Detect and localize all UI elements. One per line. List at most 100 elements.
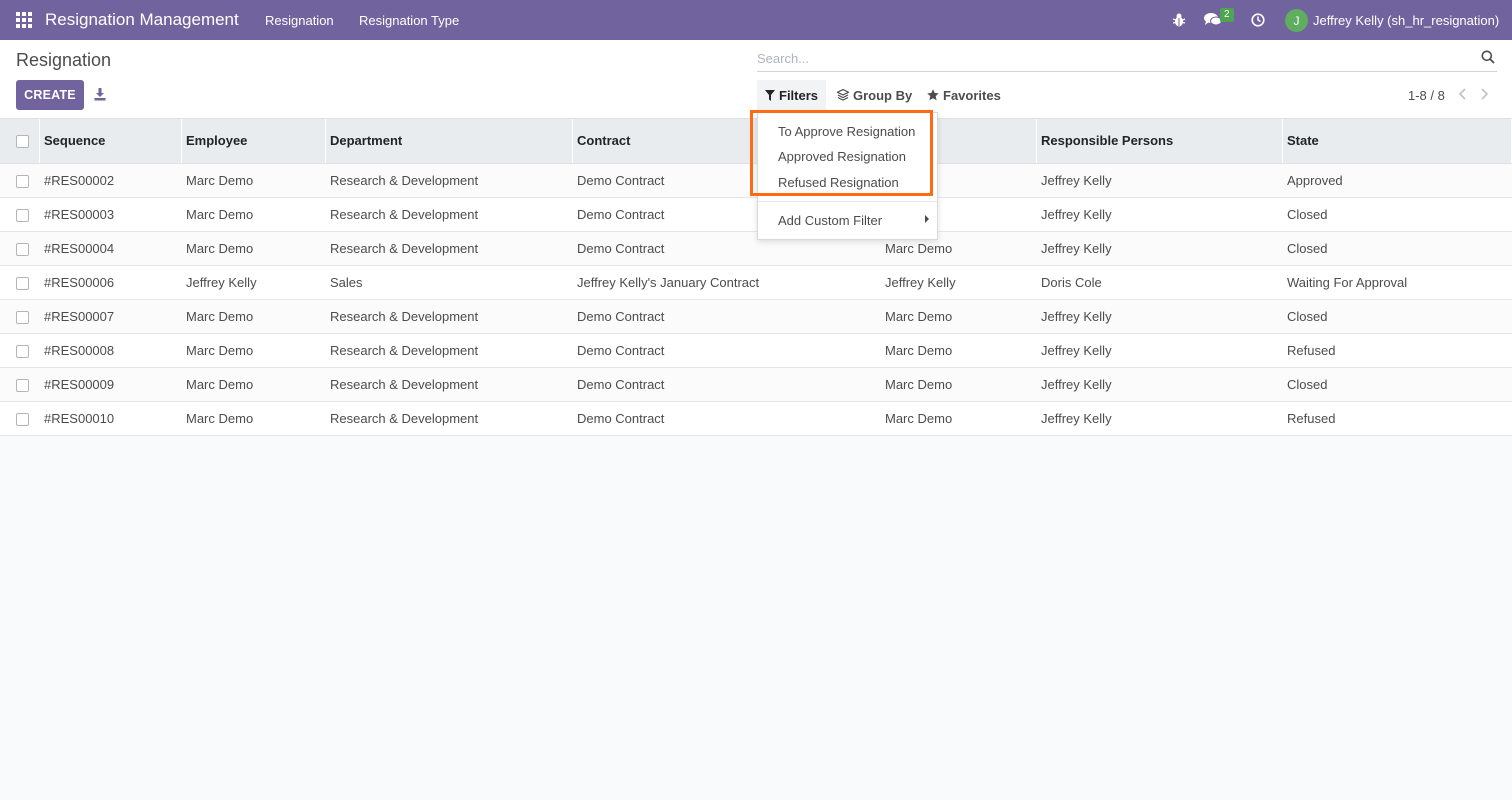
row-checkbox[interactable]: [16, 243, 29, 256]
select-all-cell: [0, 119, 40, 163]
cell-responsible: Jeffrey Kelly: [1041, 309, 1112, 324]
apps-grid-icon[interactable]: [16, 12, 32, 28]
top-navbar: Resignation Management Resignation Resig…: [0, 0, 1512, 40]
cell-by: Jeffrey Kelly: [885, 275, 956, 290]
cell-sequence: #RES00006: [44, 275, 115, 290]
cell-state: Closed: [1287, 241, 1328, 256]
row-select-cell: [0, 266, 40, 299]
cell-sequence: #RES00004: [44, 241, 115, 256]
cell-state: Approved: [1287, 173, 1343, 188]
cell-contract: Demo Contract: [577, 343, 665, 358]
row-checkbox[interactable]: [16, 345, 29, 358]
cell-by: Marc Demo: [885, 411, 953, 426]
row-checkbox[interactable]: [16, 413, 29, 426]
row-checkbox[interactable]: [16, 277, 29, 290]
select-all-checkbox[interactable]: [16, 135, 29, 148]
cell-state: Refused: [1287, 411, 1336, 426]
cell-employee: Marc Demo: [186, 377, 254, 392]
column-header-state[interactable]: State: [1283, 119, 1512, 163]
app-title[interactable]: Resignation Management: [45, 10, 239, 30]
star-icon: [927, 89, 939, 101]
pager-value[interactable]: 1-8 / 8: [1408, 88, 1445, 103]
cell-sequence: #RES00007: [44, 309, 115, 324]
table-row[interactable]: #RES00007 Marc Demo Research & Developme…: [0, 300, 1512, 334]
group-by-button[interactable]: Group By: [829, 80, 920, 110]
cell-employee: Marc Demo: [186, 411, 254, 426]
cell-department: Research & Development: [330, 241, 479, 256]
cell-by: Marc Demo: [885, 309, 953, 324]
cell-responsible: Jeffrey Kelly: [1041, 343, 1112, 358]
page-title: Resignation: [16, 50, 112, 70]
cell-contract: Demo Contract: [577, 411, 665, 426]
cell-state: Closed: [1287, 309, 1328, 324]
table-row[interactable]: #RES00003 Marc Demo Research & Developme…: [0, 198, 1512, 232]
cell-by: Marc Demo: [885, 377, 953, 392]
cell-employee: Marc Demo: [186, 173, 254, 188]
table-row[interactable]: #RES00010 Marc Demo Research & Developme…: [0, 402, 1512, 436]
cell-sequence: #RES00003: [44, 207, 115, 222]
column-header-responsible-persons[interactable]: Responsible Persons: [1037, 119, 1283, 163]
cell-responsible: Jeffrey Kelly: [1041, 377, 1112, 392]
cell-responsible: Doris Cole: [1041, 275, 1102, 290]
row-select-cell: [0, 402, 40, 435]
row-checkbox[interactable]: [16, 379, 29, 392]
download-icon[interactable]: [94, 88, 106, 101]
row-select-cell: [0, 300, 40, 333]
cell-state: Closed: [1287, 207, 1328, 222]
table-row[interactable]: #RES00006 Jeffrey Kelly Sales Jeffrey Ke…: [0, 266, 1512, 300]
table-row[interactable]: #RES00004 Marc Demo Research & Developme…: [0, 232, 1512, 266]
caret-right-icon: [925, 215, 929, 223]
column-header-sequence[interactable]: Sequence: [40, 119, 182, 163]
cell-state: Refused: [1287, 343, 1336, 358]
row-checkbox[interactable]: [16, 209, 29, 222]
table-row[interactable]: #RES00009 Marc Demo Research & Developme…: [0, 368, 1512, 402]
cell-employee: Marc Demo: [186, 241, 254, 256]
row-select-cell: [0, 334, 40, 367]
cell-state: Waiting For Approval: [1287, 275, 1408, 290]
clock-icon[interactable]: [1251, 13, 1265, 27]
chevron-left-icon[interactable]: [1457, 87, 1469, 101]
column-header-employee[interactable]: Employee: [182, 119, 326, 163]
layers-icon: [837, 89, 849, 101]
search-input[interactable]: [757, 48, 1457, 68]
avatar[interactable]: J: [1285, 9, 1308, 32]
bug-icon[interactable]: [1172, 12, 1186, 28]
search-icon[interactable]: [1481, 50, 1495, 64]
table-body: #RES00002 Marc Demo Research & Developme…: [0, 164, 1512, 436]
chevron-right-icon[interactable]: [1478, 87, 1490, 101]
highlight-box: [750, 110, 933, 196]
search-bar: [757, 48, 1497, 72]
favorites-label: Favorites: [943, 87, 1001, 103]
row-checkbox[interactable]: [16, 175, 29, 188]
cell-contract: Jeffrey Kelly's January Contract: [577, 275, 760, 290]
cell-contract: Demo Contract: [577, 377, 665, 392]
cell-contract: Demo Contract: [577, 309, 665, 324]
cell-sequence: #RES00002: [44, 173, 115, 188]
control-panel: Resignation CREATE Filters Group By Favo…: [0, 40, 1512, 119]
cell-by: Marc Demo: [885, 343, 953, 358]
cell-department: Sales: [330, 275, 363, 290]
favorites-button[interactable]: Favorites: [919, 80, 1009, 110]
row-checkbox[interactable]: [16, 311, 29, 324]
user-menu[interactable]: Jeffrey Kelly (sh_hr_resignation): [1313, 13, 1499, 28]
filters-button[interactable]: Filters: [757, 80, 827, 110]
table-row[interactable]: #RES00008 Marc Demo Research & Developme…: [0, 334, 1512, 368]
column-header-department[interactable]: Department: [326, 119, 573, 163]
cell-department: Research & Development: [330, 173, 479, 188]
dropdown-divider: [758, 201, 937, 202]
create-button[interactable]: CREATE: [16, 80, 84, 110]
cell-state: Closed: [1287, 377, 1328, 392]
menu-resignation[interactable]: Resignation: [265, 13, 334, 28]
cell-sequence: #RES00010: [44, 411, 115, 426]
filter-icon: [765, 89, 775, 101]
cell-sequence: #RES00009: [44, 377, 115, 392]
add-custom-filter[interactable]: Add Custom Filter: [778, 213, 882, 228]
menu-resignation-type[interactable]: Resignation Type: [359, 13, 459, 28]
cell-responsible: Jeffrey Kelly: [1041, 207, 1112, 222]
cell-employee: Jeffrey Kelly: [186, 275, 257, 290]
row-select-cell: [0, 232, 40, 265]
row-select-cell: [0, 368, 40, 401]
chat-count-badge: 2: [1220, 8, 1234, 22]
cell-department: Research & Development: [330, 411, 479, 426]
cell-department: Research & Development: [330, 207, 479, 222]
